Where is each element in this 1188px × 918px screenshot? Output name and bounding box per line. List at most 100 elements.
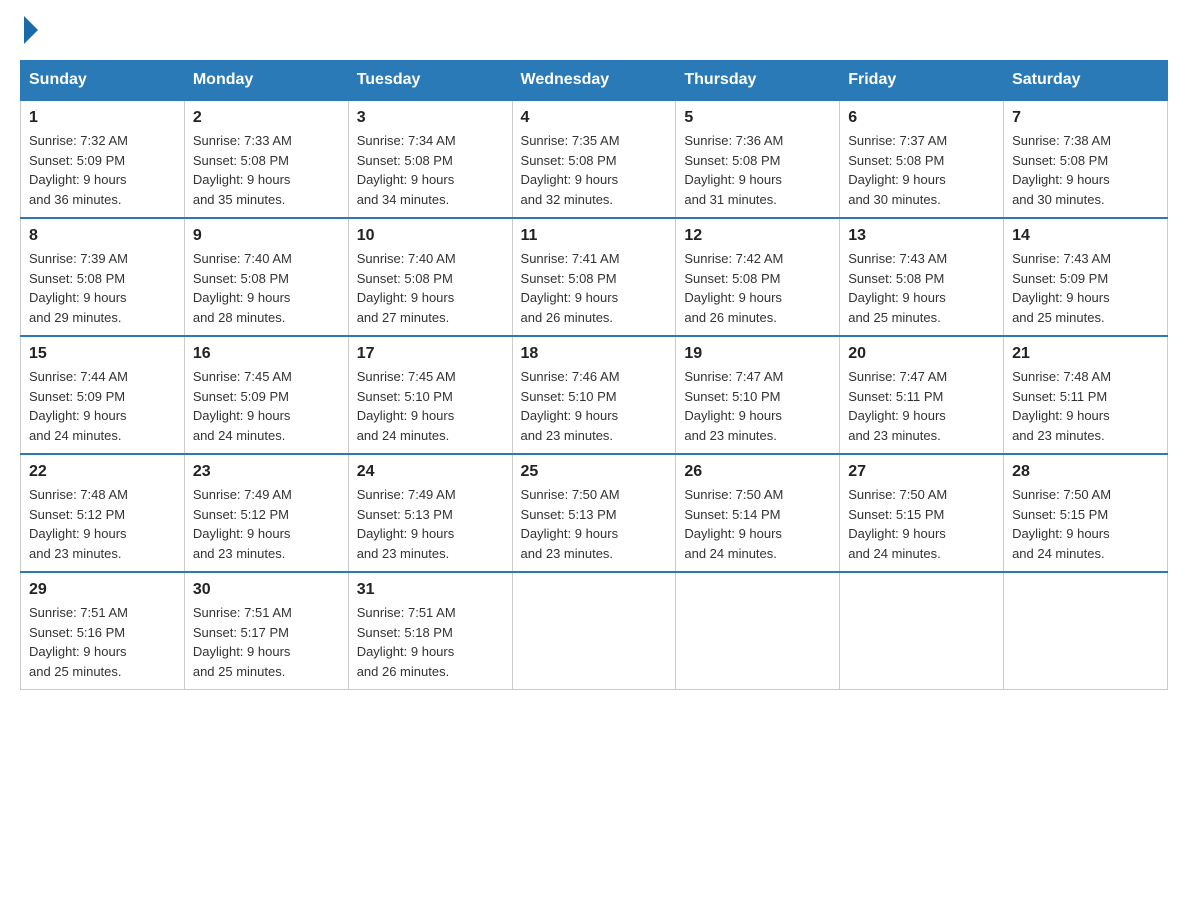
day-number: 12 bbox=[684, 227, 831, 245]
day-info: Sunrise: 7:46 AM Sunset: 5:10 PM Dayligh… bbox=[521, 367, 668, 445]
day-info: Sunrise: 7:39 AM Sunset: 5:08 PM Dayligh… bbox=[29, 249, 176, 327]
calendar-day-cell: 11 Sunrise: 7:41 AM Sunset: 5:08 PM Dayl… bbox=[512, 218, 676, 336]
calendar-week-row: 15 Sunrise: 7:44 AM Sunset: 5:09 PM Dayl… bbox=[21, 336, 1168, 454]
calendar-day-cell: 9 Sunrise: 7:40 AM Sunset: 5:08 PM Dayli… bbox=[184, 218, 348, 336]
day-number: 20 bbox=[848, 345, 995, 363]
calendar-day-cell: 10 Sunrise: 7:40 AM Sunset: 5:08 PM Dayl… bbox=[348, 218, 512, 336]
day-number: 27 bbox=[848, 463, 995, 481]
calendar-header-cell: Wednesday bbox=[512, 61, 676, 101]
calendar-day-cell: 2 Sunrise: 7:33 AM Sunset: 5:08 PM Dayli… bbox=[184, 100, 348, 218]
day-info: Sunrise: 7:50 AM Sunset: 5:15 PM Dayligh… bbox=[1012, 485, 1159, 563]
calendar-week-row: 1 Sunrise: 7:32 AM Sunset: 5:09 PM Dayli… bbox=[21, 100, 1168, 218]
calendar-day-cell: 21 Sunrise: 7:48 AM Sunset: 5:11 PM Dayl… bbox=[1004, 336, 1168, 454]
calendar-day-cell: 24 Sunrise: 7:49 AM Sunset: 5:13 PM Dayl… bbox=[348, 454, 512, 572]
day-number: 24 bbox=[357, 463, 504, 481]
day-number: 22 bbox=[29, 463, 176, 481]
day-info: Sunrise: 7:40 AM Sunset: 5:08 PM Dayligh… bbox=[193, 249, 340, 327]
day-info: Sunrise: 7:32 AM Sunset: 5:09 PM Dayligh… bbox=[29, 131, 176, 209]
day-number: 4 bbox=[521, 109, 668, 127]
day-number: 29 bbox=[29, 581, 176, 599]
day-number: 19 bbox=[684, 345, 831, 363]
day-number: 5 bbox=[684, 109, 831, 127]
calendar-day-cell: 4 Sunrise: 7:35 AM Sunset: 5:08 PM Dayli… bbox=[512, 100, 676, 218]
calendar-day-cell: 3 Sunrise: 7:34 AM Sunset: 5:08 PM Dayli… bbox=[348, 100, 512, 218]
day-info: Sunrise: 7:51 AM Sunset: 5:18 PM Dayligh… bbox=[357, 603, 504, 681]
day-number: 31 bbox=[357, 581, 504, 599]
day-info: Sunrise: 7:33 AM Sunset: 5:08 PM Dayligh… bbox=[193, 131, 340, 209]
calendar-day-cell: 6 Sunrise: 7:37 AM Sunset: 5:08 PM Dayli… bbox=[840, 100, 1004, 218]
calendar-body: 1 Sunrise: 7:32 AM Sunset: 5:09 PM Dayli… bbox=[21, 100, 1168, 690]
day-number: 15 bbox=[29, 345, 176, 363]
calendar-week-row: 8 Sunrise: 7:39 AM Sunset: 5:08 PM Dayli… bbox=[21, 218, 1168, 336]
day-number: 26 bbox=[684, 463, 831, 481]
day-number: 1 bbox=[29, 109, 176, 127]
day-number: 23 bbox=[193, 463, 340, 481]
logo bbox=[20, 20, 38, 44]
calendar-header-cell: Monday bbox=[184, 61, 348, 101]
day-info: Sunrise: 7:50 AM Sunset: 5:13 PM Dayligh… bbox=[521, 485, 668, 563]
day-number: 21 bbox=[1012, 345, 1159, 363]
day-number: 7 bbox=[1012, 109, 1159, 127]
calendar-header-cell: Saturday bbox=[1004, 61, 1168, 101]
calendar-day-cell: 28 Sunrise: 7:50 AM Sunset: 5:15 PM Dayl… bbox=[1004, 454, 1168, 572]
calendar-day-cell: 26 Sunrise: 7:50 AM Sunset: 5:14 PM Dayl… bbox=[676, 454, 840, 572]
page-header bbox=[20, 20, 1168, 44]
calendar-day-cell: 31 Sunrise: 7:51 AM Sunset: 5:18 PM Dayl… bbox=[348, 572, 512, 690]
day-number: 6 bbox=[848, 109, 995, 127]
day-number: 10 bbox=[357, 227, 504, 245]
calendar-day-cell: 12 Sunrise: 7:42 AM Sunset: 5:08 PM Dayl… bbox=[676, 218, 840, 336]
day-info: Sunrise: 7:48 AM Sunset: 5:12 PM Dayligh… bbox=[29, 485, 176, 563]
calendar-day-cell: 8 Sunrise: 7:39 AM Sunset: 5:08 PM Dayli… bbox=[21, 218, 185, 336]
day-info: Sunrise: 7:47 AM Sunset: 5:10 PM Dayligh… bbox=[684, 367, 831, 445]
calendar-day-cell: 29 Sunrise: 7:51 AM Sunset: 5:16 PM Dayl… bbox=[21, 572, 185, 690]
calendar-day-cell: 7 Sunrise: 7:38 AM Sunset: 5:08 PM Dayli… bbox=[1004, 100, 1168, 218]
day-info: Sunrise: 7:42 AM Sunset: 5:08 PM Dayligh… bbox=[684, 249, 831, 327]
calendar-header-cell: Tuesday bbox=[348, 61, 512, 101]
day-number: 11 bbox=[521, 227, 668, 245]
day-info: Sunrise: 7:38 AM Sunset: 5:08 PM Dayligh… bbox=[1012, 131, 1159, 209]
day-info: Sunrise: 7:40 AM Sunset: 5:08 PM Dayligh… bbox=[357, 249, 504, 327]
day-number: 13 bbox=[848, 227, 995, 245]
calendar-day-cell bbox=[840, 572, 1004, 690]
calendar-table: SundayMondayTuesdayWednesdayThursdayFrid… bbox=[20, 60, 1168, 690]
day-number: 28 bbox=[1012, 463, 1159, 481]
calendar-day-cell: 13 Sunrise: 7:43 AM Sunset: 5:08 PM Dayl… bbox=[840, 218, 1004, 336]
calendar-day-cell: 23 Sunrise: 7:49 AM Sunset: 5:12 PM Dayl… bbox=[184, 454, 348, 572]
day-number: 2 bbox=[193, 109, 340, 127]
calendar-day-cell: 15 Sunrise: 7:44 AM Sunset: 5:09 PM Dayl… bbox=[21, 336, 185, 454]
day-number: 3 bbox=[357, 109, 504, 127]
day-info: Sunrise: 7:35 AM Sunset: 5:08 PM Dayligh… bbox=[521, 131, 668, 209]
calendar-day-cell bbox=[676, 572, 840, 690]
day-info: Sunrise: 7:48 AM Sunset: 5:11 PM Dayligh… bbox=[1012, 367, 1159, 445]
day-info: Sunrise: 7:49 AM Sunset: 5:12 PM Dayligh… bbox=[193, 485, 340, 563]
day-info: Sunrise: 7:50 AM Sunset: 5:14 PM Dayligh… bbox=[684, 485, 831, 563]
calendar-day-cell bbox=[1004, 572, 1168, 690]
logo-triangle-icon bbox=[24, 16, 38, 44]
calendar-week-row: 29 Sunrise: 7:51 AM Sunset: 5:16 PM Dayl… bbox=[21, 572, 1168, 690]
calendar-day-cell: 14 Sunrise: 7:43 AM Sunset: 5:09 PM Dayl… bbox=[1004, 218, 1168, 336]
calendar-day-cell: 18 Sunrise: 7:46 AM Sunset: 5:10 PM Dayl… bbox=[512, 336, 676, 454]
day-number: 18 bbox=[521, 345, 668, 363]
day-info: Sunrise: 7:34 AM Sunset: 5:08 PM Dayligh… bbox=[357, 131, 504, 209]
day-info: Sunrise: 7:49 AM Sunset: 5:13 PM Dayligh… bbox=[357, 485, 504, 563]
day-info: Sunrise: 7:45 AM Sunset: 5:09 PM Dayligh… bbox=[193, 367, 340, 445]
day-info: Sunrise: 7:51 AM Sunset: 5:16 PM Dayligh… bbox=[29, 603, 176, 681]
calendar-day-cell: 27 Sunrise: 7:50 AM Sunset: 5:15 PM Dayl… bbox=[840, 454, 1004, 572]
day-info: Sunrise: 7:36 AM Sunset: 5:08 PM Dayligh… bbox=[684, 131, 831, 209]
day-number: 17 bbox=[357, 345, 504, 363]
calendar-header-cell: Sunday bbox=[21, 61, 185, 101]
day-number: 8 bbox=[29, 227, 176, 245]
calendar-day-cell: 25 Sunrise: 7:50 AM Sunset: 5:13 PM Dayl… bbox=[512, 454, 676, 572]
calendar-day-cell bbox=[512, 572, 676, 690]
day-info: Sunrise: 7:44 AM Sunset: 5:09 PM Dayligh… bbox=[29, 367, 176, 445]
calendar-day-cell: 22 Sunrise: 7:48 AM Sunset: 5:12 PM Dayl… bbox=[21, 454, 185, 572]
day-info: Sunrise: 7:43 AM Sunset: 5:09 PM Dayligh… bbox=[1012, 249, 1159, 327]
day-info: Sunrise: 7:41 AM Sunset: 5:08 PM Dayligh… bbox=[521, 249, 668, 327]
calendar-day-cell: 17 Sunrise: 7:45 AM Sunset: 5:10 PM Dayl… bbox=[348, 336, 512, 454]
calendar-day-cell: 16 Sunrise: 7:45 AM Sunset: 5:09 PM Dayl… bbox=[184, 336, 348, 454]
calendar-header-cell: Thursday bbox=[676, 61, 840, 101]
calendar-day-cell: 20 Sunrise: 7:47 AM Sunset: 5:11 PM Dayl… bbox=[840, 336, 1004, 454]
day-number: 25 bbox=[521, 463, 668, 481]
day-info: Sunrise: 7:43 AM Sunset: 5:08 PM Dayligh… bbox=[848, 249, 995, 327]
day-number: 30 bbox=[193, 581, 340, 599]
